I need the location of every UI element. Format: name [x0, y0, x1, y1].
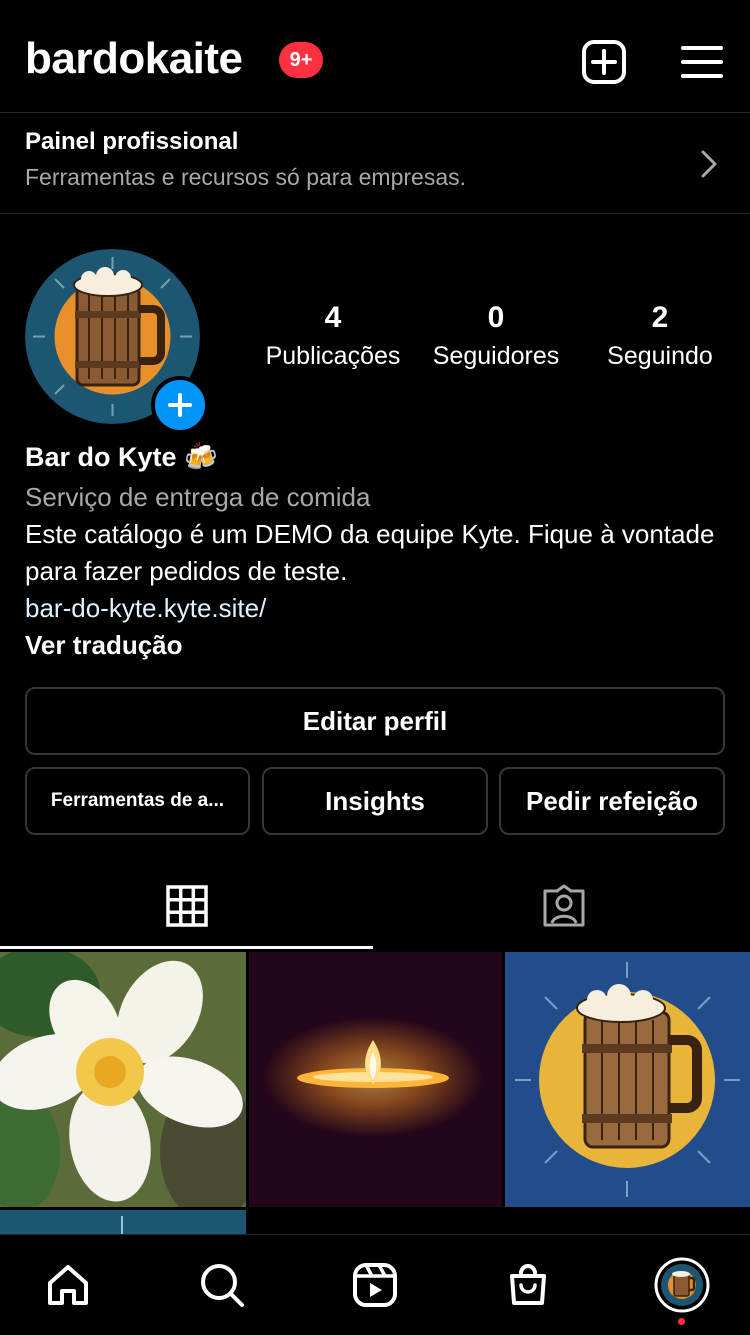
grid-icon	[165, 885, 208, 927]
tagged-person-icon	[543, 884, 584, 927]
candle-photo	[249, 952, 502, 1207]
stat-following[interactable]: 2 Seguindo	[575, 300, 745, 374]
see-translation-link[interactable]: Ver tradução	[25, 627, 725, 664]
stat-label: Seguindo	[607, 342, 713, 370]
shop-bag-icon	[510, 1264, 546, 1305]
profile-notification-dot	[678, 1318, 685, 1325]
profile-description: Este catálogo é um DEMO da equipe Kyte. …	[25, 519, 715, 586]
notification-badge[interactable]: 9+	[279, 42, 323, 78]
stat-value: 0	[487, 301, 505, 334]
nav-profile[interactable]	[644, 1250, 720, 1320]
professional-panel-subtitle: Ferramentas e recursos só para empresas.	[25, 164, 467, 190]
create-post-button[interactable]	[578, 36, 630, 88]
grid-post[interactable]	[505, 952, 750, 1207]
search-icon	[201, 1264, 244, 1307]
nav-shop[interactable]	[490, 1250, 566, 1320]
hamburger-menu-icon	[681, 46, 723, 78]
professional-panel-title: Painel profissional	[25, 128, 239, 155]
account-username[interactable]: bardokaite	[25, 34, 243, 84]
add-story-button[interactable]	[151, 376, 209, 434]
grid-post[interactable]	[249, 952, 502, 1207]
beer-mug-photo-partial	[0, 1210, 246, 1234]
tab-tagged[interactable]	[377, 866, 750, 946]
professional-tools-button[interactable]: Ferramentas de a...	[25, 767, 250, 835]
stat-label: Seguidores	[432, 342, 560, 370]
active-tab-indicator	[0, 946, 373, 949]
stat-value: 4	[324, 301, 342, 334]
grid-post[interactable]	[0, 1210, 246, 1234]
tab-posts-grid[interactable]	[0, 866, 373, 946]
beer-mug-photo	[505, 952, 750, 1207]
plus-square-icon	[582, 40, 626, 84]
reels-icon	[353, 1263, 397, 1307]
home-icon	[48, 1265, 88, 1305]
edit-profile-button[interactable]: Editar perfil	[25, 687, 725, 755]
insights-button[interactable]: Insights	[262, 767, 488, 835]
profile-avatar-icon	[654, 1257, 710, 1313]
stat-label: Publicações	[265, 342, 401, 370]
nav-home[interactable]	[30, 1250, 106, 1320]
menu-button[interactable]	[678, 38, 726, 86]
chevron-right-icon	[701, 150, 717, 178]
profile-display-name: Bar do Kyte 🍻	[25, 442, 218, 472]
profile-category: Serviço de entrega de comida	[25, 482, 371, 512]
nav-reels[interactable]	[337, 1250, 413, 1320]
profile-website-link[interactable]: bar-do-kyte.kyte.site/	[25, 590, 725, 627]
flower-photo	[0, 952, 246, 1207]
order-food-button[interactable]: Pedir refeição	[499, 767, 725, 835]
stat-value: 2	[651, 301, 669, 334]
stat-posts[interactable]: 4 Publicações	[248, 300, 418, 374]
stat-followers[interactable]: 0 Seguidores	[411, 300, 581, 374]
grid-post[interactable]	[0, 952, 246, 1207]
plus-icon	[168, 393, 192, 417]
nav-search[interactable]	[184, 1250, 260, 1320]
